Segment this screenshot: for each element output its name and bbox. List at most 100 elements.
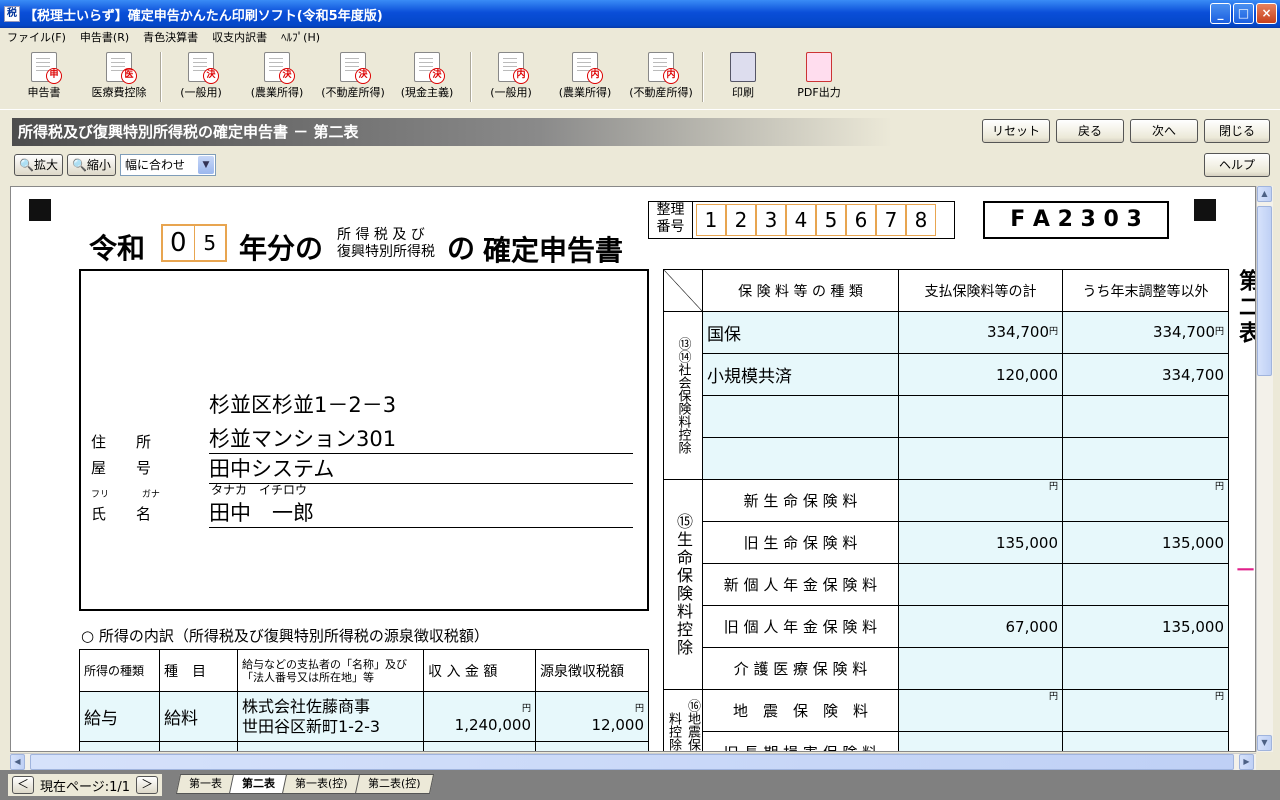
- magnifier-minus-icon: 🔍: [71, 158, 87, 172]
- toolbar-kessan-genkin-button[interactable]: 決 (現金主義): [392, 52, 462, 100]
- zoom-out-button[interactable]: 🔍縮小: [66, 154, 116, 176]
- pdf-export-button[interactable]: PDF出力: [784, 52, 854, 100]
- status-bar: ＜ 現在ページ:1/1 ＞ 第一表 第二表 第一表(控) 第二表(控): [0, 770, 1280, 800]
- social-name-cell[interactable]: [702, 437, 899, 480]
- toolbar-kessan-fudosan-button[interactable]: 決 (不動産所得): [318, 52, 388, 100]
- scroll-up-icon[interactable]: ▲: [1257, 186, 1272, 202]
- social-total-cell[interactable]: [898, 437, 1063, 480]
- address-line2[interactable]: 杉並マンション301: [209, 423, 633, 454]
- life-other-cell[interactable]: [1062, 563, 1229, 606]
- toolbar-kessan-ippan-button[interactable]: 決 (一般用): [166, 52, 236, 100]
- document-icon: 内: [648, 52, 679, 84]
- help-button[interactable]: ヘルプ: [1204, 153, 1270, 177]
- social-total-cell[interactable]: 334,700円: [898, 311, 1063, 354]
- menu-shushi[interactable]: 収支内訳書: [205, 29, 274, 45]
- corner-mark: [29, 199, 51, 221]
- menu-aoiro[interactable]: 青色決算書: [136, 29, 205, 45]
- tab-daiichi-copy[interactable]: 第一表(控): [281, 774, 361, 794]
- tab-daini-copy[interactable]: 第二表(控): [354, 774, 434, 794]
- income-amount-cell[interactable]: 円 1,240,000: [423, 691, 536, 742]
- social-name-cell[interactable]: 小規模共済: [702, 353, 899, 396]
- life-total-cell[interactable]: [898, 563, 1063, 606]
- life-other-cell[interactable]: 円: [1062, 479, 1229, 522]
- address-line1[interactable]: 杉並区杉並1－2－3: [209, 389, 396, 419]
- furigana-field[interactable]: タナカ イチロウ: [211, 481, 307, 498]
- page-navigation: ＜ 現在ページ:1/1 ＞: [8, 774, 163, 796]
- maximize-button[interactable]: □: [1233, 3, 1254, 24]
- scroll-down-icon[interactable]: ▼: [1257, 735, 1272, 751]
- side-title: 第二表: [1235, 269, 1256, 347]
- address-box: 杉並区杉並1－2－3 住 所 杉並マンション301 屋 号 田中システム フリ …: [79, 269, 649, 611]
- life-total-cell[interactable]: 円: [898, 479, 1063, 522]
- quake-total-cell[interactable]: [898, 731, 1063, 751]
- year-field[interactable]: 0 5: [161, 224, 227, 262]
- hscroll-thumb[interactable]: [30, 754, 1234, 770]
- magnifier-plus-icon: 🔍: [19, 158, 34, 172]
- social-name-cell[interactable]: [702, 395, 899, 438]
- earthquake-insurance-label: ⑯地震保険料控除: [663, 689, 703, 751]
- document-icon: 決: [264, 52, 295, 84]
- menu-file[interactable]: ファイル(F): [0, 29, 73, 45]
- social-other-cell[interactable]: 334,700: [1062, 353, 1229, 396]
- social-other-cell[interactable]: [1062, 437, 1229, 480]
- chevron-down-icon: ▼: [197, 156, 214, 174]
- income-item-cell[interactable]: 給料: [159, 691, 238, 742]
- print-button[interactable]: 印刷: [708, 52, 778, 100]
- reset-button[interactable]: リセット: [982, 119, 1050, 143]
- title-bar: 税 【税理士いらず】確定申告かんたん印刷ソフト(令和5年度版) _ □ ×: [0, 0, 1280, 28]
- form-code: F A 2 3 0 3: [983, 201, 1169, 239]
- toolbar-uchiwake-ippan-button[interactable]: 内 (一般用): [476, 52, 546, 100]
- prev-page-button[interactable]: ＜: [12, 776, 35, 794]
- document-icon: 決: [414, 52, 445, 84]
- scroll-right-icon[interactable]: ▶: [1239, 754, 1254, 770]
- menu-help[interactable]: ﾍﾙﾌﾟ(H): [274, 29, 327, 45]
- minimize-button[interactable]: _: [1210, 3, 1231, 24]
- life-total-cell[interactable]: 135,000: [898, 521, 1063, 564]
- toolbar-shinkokusho-button[interactable]: 申申告書: [9, 52, 79, 100]
- corner-mark: [1194, 199, 1216, 221]
- life-total-cell[interactable]: [898, 647, 1063, 690]
- quake-other-cell[interactable]: 円: [1062, 689, 1229, 732]
- next-page-button[interactable]: ＞: [136, 776, 159, 794]
- quake-other-cell[interactable]: [1062, 731, 1229, 751]
- pdf-icon: [806, 52, 832, 82]
- life-other-cell[interactable]: 135,000: [1062, 521, 1229, 564]
- withholding-cell[interactable]: 円 12,000: [535, 691, 649, 742]
- social-name-cell[interactable]: 国保: [702, 311, 899, 354]
- income-kind-cell[interactable]: 給与: [79, 691, 160, 742]
- next-button[interactable]: 次へ: [1130, 119, 1198, 143]
- vertical-scrollbar[interactable]: ▲ ▼: [1256, 186, 1273, 752]
- toolbar-uchiwake-fudosan-button[interactable]: 内 (不動産所得): [626, 52, 696, 100]
- social-total-cell[interactable]: 120,000: [898, 353, 1063, 396]
- sheet-tabs: 第一表 第二表 第一表(控) 第二表(控): [175, 774, 434, 794]
- life-total-cell[interactable]: 67,000: [898, 605, 1063, 648]
- menu-shinkoku[interactable]: 申告書(R): [73, 29, 136, 45]
- social-other-cell[interactable]: [1062, 395, 1229, 438]
- social-other-cell[interactable]: 334,700円: [1062, 311, 1229, 354]
- tab-daiichi[interactable]: 第一表: [175, 774, 236, 794]
- scroll-thumb[interactable]: [1257, 206, 1272, 376]
- zoom-in-button[interactable]: 🔍拡大: [14, 154, 63, 176]
- side-note: （令和五年分以降用）○第二表は、第一表と一: [1233, 561, 1253, 579]
- life-other-cell[interactable]: [1062, 647, 1229, 690]
- shop-name-field[interactable]: 田中システム: [209, 453, 633, 484]
- zoom-select[interactable]: 幅に合わせ ▼: [119, 154, 216, 176]
- payer-cell[interactable]: 株式会社佐藤商事 世田谷区新町1-2-3: [237, 691, 424, 742]
- social-total-cell[interactable]: [898, 395, 1063, 438]
- close-button[interactable]: 閉じる: [1204, 119, 1270, 143]
- page-title: 所得税及び復興特別所得税の確定申告書 － 第二表: [12, 118, 892, 146]
- toolbar-uchiwake-nogyo-button[interactable]: 内 (農業所得): [550, 52, 620, 100]
- quake-total-cell[interactable]: 円: [898, 689, 1063, 732]
- name-field[interactable]: 田中 一郎: [209, 497, 633, 528]
- toolbar-iryohi-button[interactable]: 医医療費控除: [84, 52, 154, 100]
- life-other-cell[interactable]: 135,000: [1062, 605, 1229, 648]
- toolbar-kessan-nogyo-button[interactable]: 決 (農業所得): [242, 52, 312, 100]
- document-icon: 内: [498, 52, 529, 84]
- social-insurance-label: ⑬⑭社会保険料控除: [663, 311, 703, 480]
- page-indicator: 現在ページ:1/1: [40, 779, 131, 795]
- close-window-button[interactable]: ×: [1256, 3, 1277, 24]
- tab-daini[interactable]: 第二表: [228, 774, 289, 794]
- scroll-left-icon[interactable]: ◀: [10, 754, 25, 770]
- back-button[interactable]: 戻る: [1056, 119, 1124, 143]
- horizontal-scrollbar[interactable]: ◀ ▶: [10, 753, 1256, 770]
